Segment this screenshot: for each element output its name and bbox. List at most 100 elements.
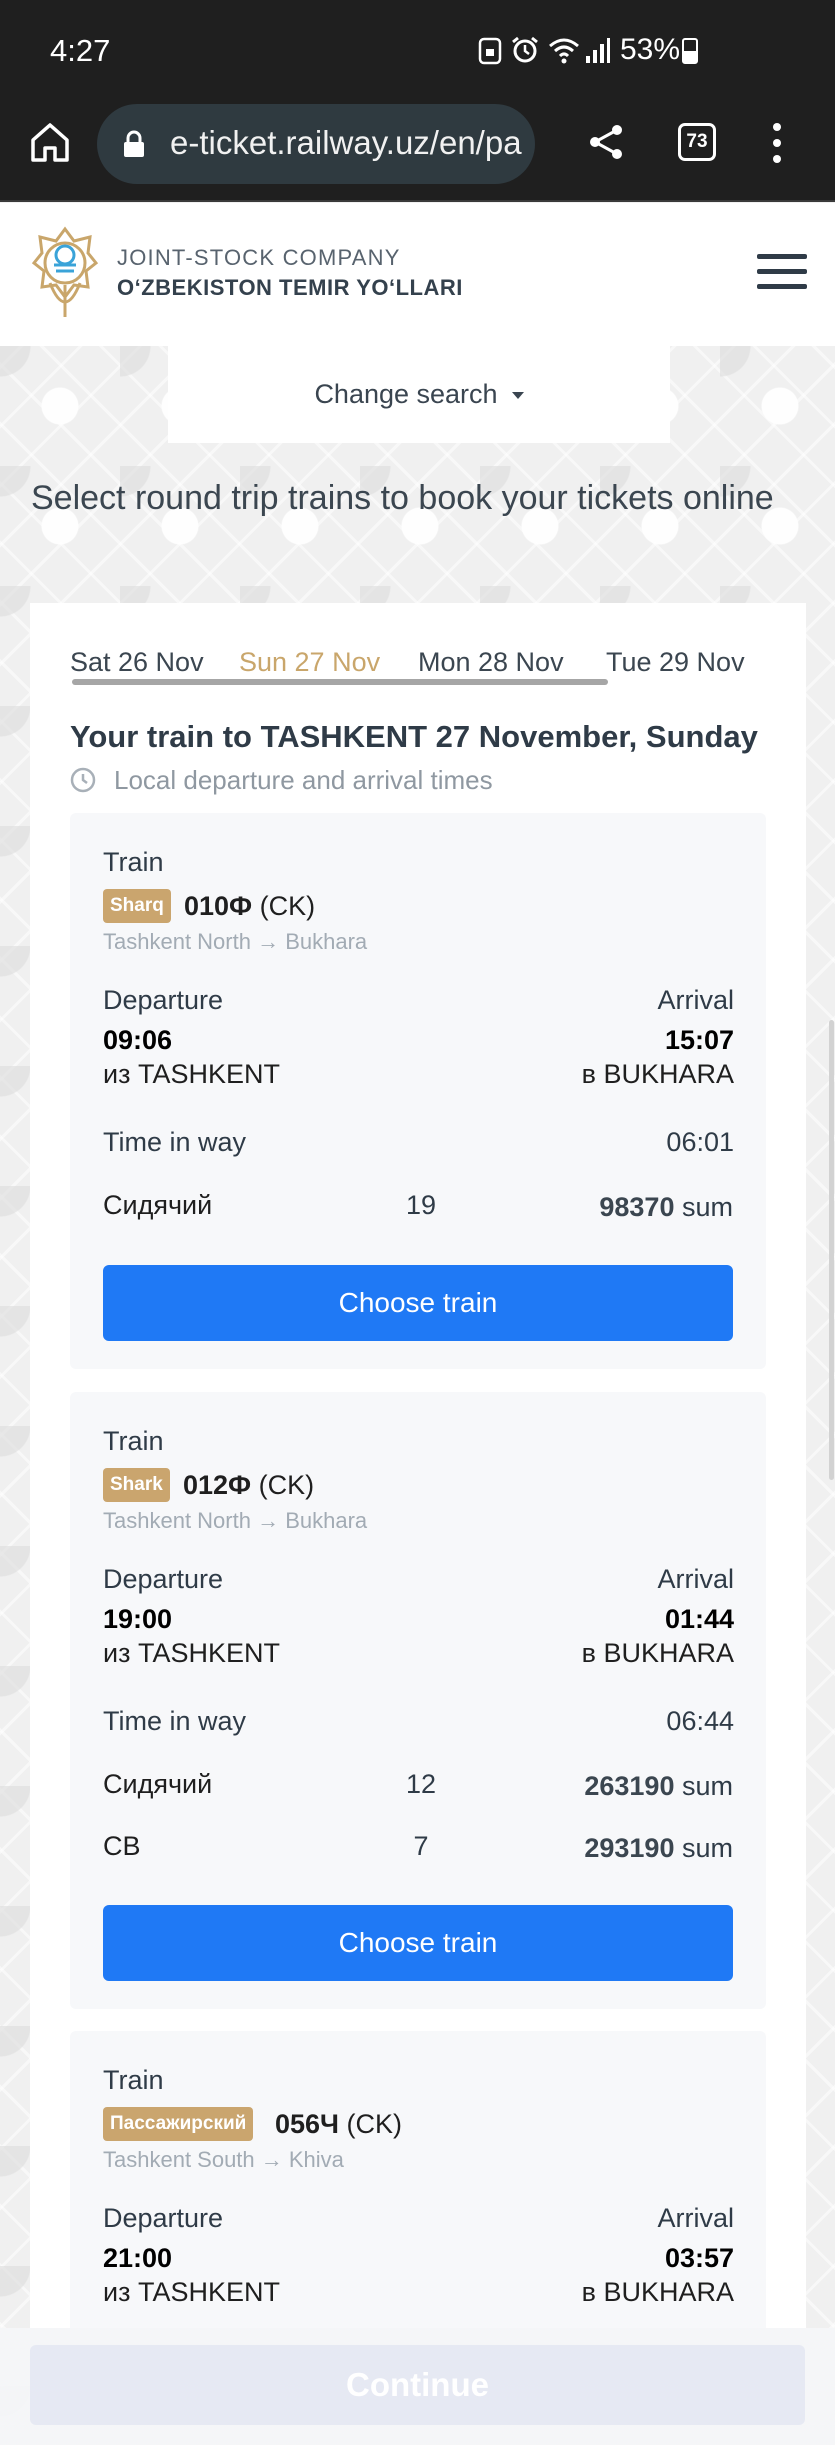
time-in-way-label: Time in way — [103, 1127, 247, 1157]
arrival-city: в BUKHARA — [581, 1638, 734, 1668]
arrival-label: Arrival — [657, 1564, 734, 1594]
status-bar: 4:27 53% — [0, 0, 835, 100]
seat-price-value: 293190 — [584, 1833, 675, 1863]
alarm-icon — [512, 36, 538, 63]
continue-button[interactable]: Continue — [30, 2345, 805, 2425]
more-vert-icon[interactable] — [771, 122, 783, 164]
seat-class-row: Сидячий 19 98370 sum — [103, 1190, 733, 1230]
train-number-value: 010Ф — [184, 891, 253, 921]
clock-icon — [70, 767, 96, 793]
continue-bar: Continue — [0, 2328, 835, 2445]
url-text: e-ticket.railway.uz/en/pa — [170, 124, 522, 161]
arrival-label: Arrival — [657, 985, 734, 1015]
arrival-time: 15:07 — [664, 1025, 734, 1055]
time-in-way-label: Time in way — [103, 1706, 247, 1736]
departure-label: Departure — [103, 1564, 224, 1594]
departure-label: Departure — [103, 2203, 224, 2233]
seat-count: 12 — [405, 1769, 437, 1799]
date-tab[interactable]: Mon 28 Nov — [418, 647, 564, 678]
seat-count: 19 — [405, 1190, 437, 1220]
train-number: 056Ч (CK) — [275, 2107, 402, 2141]
train-type: (CK) — [259, 891, 316, 921]
train-card: Train Sharq 010Ф (CK) Tashkent North → B… — [70, 813, 766, 1369]
train-label: Train — [103, 2065, 164, 2095]
train-route: Tashkent North → Bukhara — [103, 929, 368, 954]
train-number: 012Ф (CK) — [183, 1468, 314, 1502]
train-number: 010Ф (CK) — [184, 889, 315, 923]
train-brand-badge: Пассажирский — [103, 2107, 254, 2141]
date-tab[interactable]: Tue 29 Nov — [606, 647, 745, 678]
departure-city: из TASHKENT — [103, 1638, 280, 1668]
company-name: O‘ZBEKISTON TEMIR YO‘LLARI — [117, 275, 463, 300]
date-scroll-bar[interactable] — [72, 679, 608, 685]
company-logo-icon[interactable] — [30, 225, 100, 325]
choose-train-button[interactable]: Choose train — [103, 1265, 733, 1341]
seat-class-row: СВ 7 293190 sum — [103, 1831, 733, 1871]
seat-price: 263190 sum — [584, 1771, 733, 1802]
date-tab[interactable]: Sat 26 Nov — [70, 647, 204, 678]
share-icon[interactable] — [586, 122, 626, 162]
status-time: 4:27 — [50, 33, 111, 68]
seat-price-value: 98370 — [599, 1192, 675, 1222]
lock-status-icon — [478, 37, 502, 65]
change-search-label: Change search — [314, 379, 498, 409]
train-route: Tashkent South → Khiva — [103, 2147, 344, 2172]
train-label: Train — [103, 1426, 164, 1456]
train-label: Train — [103, 847, 164, 877]
seat-price-currency: sum — [681, 1192, 733, 1222]
seat-class: Сидячий — [103, 1769, 213, 1799]
arrival-time: 01:44 — [664, 1604, 734, 1634]
train-card: Train Shark 012Ф (CK) Tashkent North → B… — [70, 1392, 766, 2009]
departure-city: из TASHKENT — [103, 2277, 280, 2307]
seat-price-currency: sum — [681, 1833, 733, 1863]
arrival-time: 03:57 — [664, 2243, 734, 2273]
site-header: JOINT-STOCK COMPANY O‘ZBEKISTON TEMIR YO… — [0, 203, 835, 346]
arrival-label: Arrival — [657, 2203, 734, 2233]
results-title: Your train to TASHKENT 27 November, Sund… — [70, 719, 758, 754]
seat-price: 293190 sum — [584, 1833, 733, 1864]
train-route: Tashkent North → Bukhara — [103, 1508, 368, 1533]
departure-time: 21:00 — [103, 2243, 173, 2273]
arrival-city: в BUKHARA — [581, 2277, 734, 2307]
company-subtitle: JOINT-STOCK COMPANY — [117, 245, 401, 270]
departure-label: Departure — [103, 985, 224, 1015]
time-in-way-value: 06:01 — [666, 1127, 734, 1157]
date-tab-active[interactable]: Sun 27 Nov — [239, 647, 380, 678]
address-bar[interactable]: e-ticket.railway.uz/en/pa — [97, 104, 535, 184]
page-scrollbar[interactable] — [829, 1020, 834, 1480]
train-type: (CK) — [346, 2109, 403, 2139]
battery-percent: 53% — [620, 33, 681, 66]
browser-toolbar: e-ticket.railway.uz/en/pa 73 — [0, 100, 835, 202]
seat-class: СВ — [103, 1831, 141, 1861]
results-panel: Sat 26 Nov Sun 27 Nov Mon 28 Nov Tue 29 … — [30, 603, 806, 2445]
seat-class: Сидячий — [103, 1190, 213, 1220]
seat-price-currency: sum — [681, 1771, 733, 1801]
train-number-value: 056Ч — [275, 2109, 340, 2139]
change-search-button[interactable]: Change search — [168, 346, 670, 443]
lock-icon — [124, 130, 144, 157]
seat-count: 7 — [413, 1831, 429, 1861]
departure-city: из TASHKENT — [103, 1059, 280, 1089]
local-times-note: Local departure and arrival times — [70, 765, 493, 796]
train-brand-badge: Sharq — [103, 889, 171, 923]
choose-train-button[interactable]: Choose train — [103, 1905, 733, 1981]
wifi-icon — [549, 38, 579, 64]
caret-down-icon — [511, 392, 524, 400]
time-in-way-value: 06:44 — [666, 1706, 734, 1736]
departure-time: 19:00 — [103, 1604, 173, 1634]
seat-price: 98370 sum — [599, 1192, 733, 1223]
tab-switcher-button[interactable]: 73 — [678, 123, 716, 161]
page-title: Select round trip trains to book your ti… — [31, 479, 774, 517]
train-brand-badge: Shark — [103, 1468, 170, 1502]
departure-time: 09:06 — [103, 1025, 173, 1055]
battery-icon — [682, 38, 698, 64]
local-times-text: Local departure and arrival times — [114, 765, 493, 795]
seat-class-row: Сидячий 12 263190 sum — [103, 1769, 733, 1809]
seat-price-value: 263190 — [584, 1771, 675, 1801]
train-type: (CK) — [258, 1470, 315, 1500]
signal-icon — [586, 38, 610, 63]
home-icon[interactable] — [27, 120, 73, 166]
train-number-value: 012Ф — [183, 1470, 252, 1500]
arrival-city: в BUKHARA — [581, 1059, 734, 1089]
hamburger-menu-icon[interactable] — [757, 254, 807, 290]
